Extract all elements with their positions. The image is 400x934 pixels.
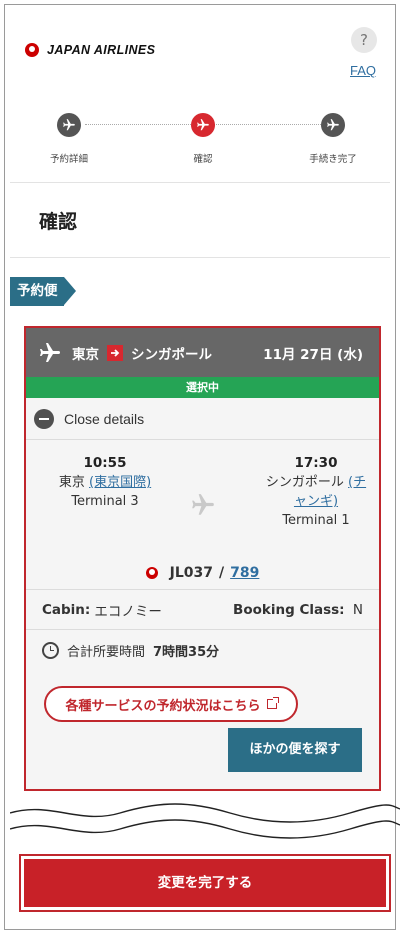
selected-status-bar: 選択中 — [26, 377, 379, 398]
arrival-airport-link-cont[interactable]: ャンギ) — [294, 494, 338, 509]
cabin-value: エコノミー — [94, 603, 162, 620]
close-details-toggle[interactable]: Close details — [26, 398, 379, 440]
flight-date: 11月 27日 (水) — [263, 346, 363, 363]
departure-info: 10:55 東京 (東京国際) Terminal 3 — [40, 454, 170, 511]
separator: / — [219, 564, 225, 581]
aircraft-link[interactable]: 789 — [230, 565, 259, 581]
airplane-icon — [191, 113, 215, 137]
flight-card: 東京 シンガポール 11月 27日 (水) 選択中 Close details … — [24, 326, 381, 791]
page-frame: JAPAN AIRLINES ? FAQ 予約詳細 確認 手続き完了 確認 予約… — [4, 4, 400, 930]
arrival-info: 17:30 シンガポール (チ ャンギ) Terminal 1 — [248, 454, 379, 530]
booking-class: Booking Class: N — [233, 602, 363, 618]
departure-terminal: Terminal 3 — [71, 494, 139, 509]
wavy-divider — [10, 803, 400, 839]
airplane-icon — [192, 494, 214, 515]
minus-circle-icon — [34, 408, 54, 429]
complete-change-button[interactable]: 変更を完了する — [24, 859, 386, 907]
divider — [10, 182, 390, 183]
help-icon[interactable]: ? — [351, 27, 377, 53]
step-details: 予約詳細 — [29, 113, 109, 165]
airplane-icon — [57, 113, 81, 137]
duration-value: 7時間35分 — [153, 644, 220, 660]
crane-logo-icon — [25, 43, 39, 57]
complete-button-frame: 変更を完了する — [19, 854, 391, 912]
arrival-city: シンガポール — [265, 475, 344, 490]
arrival-airport-link[interactable]: (チ — [348, 475, 366, 490]
close-details-label: Close details — [64, 410, 145, 427]
reserved-flight-tag: 予約便 — [10, 277, 75, 306]
airplane-icon — [40, 342, 60, 362]
step-label: 手続き完了 — [309, 154, 357, 165]
flight-number-row: JL037 / 789 — [26, 560, 379, 590]
arrival-terminal: Terminal 1 — [282, 513, 350, 528]
departure-time: 10:55 — [83, 455, 127, 471]
duration-label: 合計所要時間 — [67, 644, 146, 660]
departure-city: 東京 — [58, 475, 85, 490]
total-duration: 合計所要時間 7時間35分 — [26, 630, 379, 670]
cabin-label: Cabin: — [42, 601, 91, 618]
flight-card-header: 東京 シンガポール 11月 27日 (水) — [26, 328, 379, 377]
brand-name: JAPAN AIRLINES — [47, 43, 156, 57]
clock-icon — [42, 641, 59, 659]
search-other-flights-button[interactable]: ほかの便を探す — [228, 728, 362, 772]
jal-logo[interactable]: JAPAN AIRLINES — [25, 43, 155, 57]
step-label: 確認 — [193, 154, 213, 165]
airplane-icon — [321, 113, 345, 137]
service-status-label: 各種サービスの予約状況はこちら — [65, 698, 261, 714]
external-link-icon — [266, 697, 279, 709]
faq-link[interactable]: FAQ — [350, 63, 376, 78]
destination-city: シンガポール — [131, 346, 212, 363]
jal-crane-icon — [145, 566, 158, 579]
flight-times: 10:55 東京 (東京国際) Terminal 3 17:30 シンガポール … — [26, 440, 379, 560]
service-status-button[interactable]: 各種サービスの予約状況はこちら — [44, 686, 298, 722]
booking-class-label: Booking Class: — [233, 601, 345, 618]
arrow-right-icon — [107, 344, 123, 361]
booking-class-value: N — [352, 601, 363, 618]
divider — [10, 257, 390, 258]
step-label: 予約詳細 — [49, 154, 88, 165]
flight-number: JL037 — [169, 564, 213, 581]
departure-airport-link[interactable]: (東京国際) — [89, 475, 151, 490]
origin-city: 東京 — [72, 346, 99, 363]
step-complete: 手続き完了 — [293, 113, 373, 165]
page-title: 確認 — [39, 211, 78, 233]
arrival-time: 17:30 — [294, 455, 338, 471]
cabin-row: Cabin: エコノミー Booking Class: N — [26, 590, 379, 630]
step-confirm: 確認 — [163, 113, 243, 165]
